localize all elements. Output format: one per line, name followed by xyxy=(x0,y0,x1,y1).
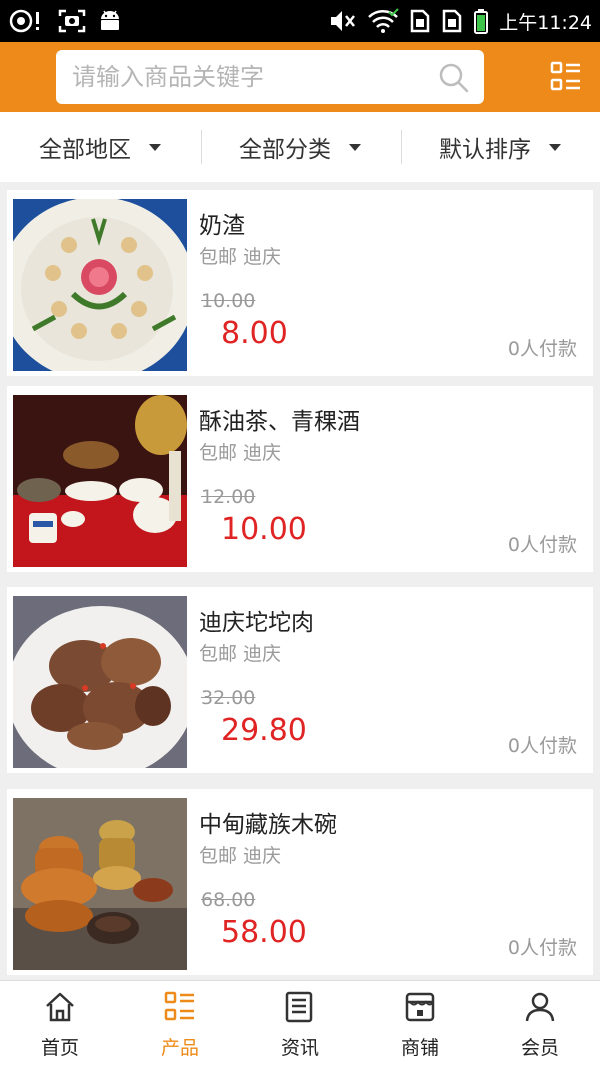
product-name: 奶渣 xyxy=(199,213,245,239)
sold-count: 0人付款 xyxy=(507,937,577,959)
sold-count: 0人付款 xyxy=(507,735,577,757)
tab-label: 资讯 xyxy=(280,1037,319,1059)
price: 8.00 xyxy=(221,316,288,351)
product-name: 酥油茶、青稞酒 xyxy=(199,409,360,435)
sold-count: 0人付款 xyxy=(507,534,577,556)
news-icon xyxy=(285,991,313,1023)
filter-label: 全部地区 xyxy=(39,137,131,163)
product-card[interactable]: 中甸藏族木碗 包邮 迪庆 68.00 58.00 0人付款 xyxy=(7,789,593,975)
product-image xyxy=(13,395,187,567)
alert-circle-icon xyxy=(9,9,39,33)
tab-label: 首页 xyxy=(40,1037,79,1059)
product-name: 中甸藏族木碗 xyxy=(199,812,337,838)
product-tags: 包邮 迪庆 xyxy=(199,643,282,665)
sim-card-icon xyxy=(442,9,462,33)
product-image xyxy=(13,596,187,768)
android-icon xyxy=(101,10,119,30)
tab-label: 产品 xyxy=(160,1037,199,1059)
tab-label: 商铺 xyxy=(400,1037,439,1059)
list-icon xyxy=(164,991,194,1021)
original-price: 32.00 xyxy=(201,687,256,709)
menu-grid-icon[interactable] xyxy=(550,61,582,93)
price: 10.00 xyxy=(221,512,307,547)
home-icon xyxy=(46,992,74,1022)
bottom-tab-bar: 首页 产品 资讯 商铺 会员 xyxy=(0,980,600,1068)
original-price: 10.00 xyxy=(201,290,256,312)
tab-label: 会员 xyxy=(520,1037,559,1059)
status-bar: 上午11:24 xyxy=(0,0,600,42)
filter-region[interactable]: 全部地区 xyxy=(0,112,200,182)
caret-down-icon xyxy=(149,143,161,151)
screenshot-icon xyxy=(58,9,86,33)
product-card[interactable]: 奶渣 包邮 迪庆 10.00 8.00 0人付款 xyxy=(7,190,593,376)
filter-category[interactable]: 全部分类 xyxy=(200,112,400,182)
sold-count: 0人付款 xyxy=(507,338,577,360)
product-card[interactable]: 迪庆坨坨肉 包邮 迪庆 32.00 29.80 0人付款 xyxy=(7,587,593,773)
tab-products[interactable]: 产品 xyxy=(120,981,240,1068)
mute-icon xyxy=(331,11,356,31)
battery-icon xyxy=(474,9,489,34)
caret-down-icon xyxy=(349,143,361,151)
original-price: 68.00 xyxy=(201,889,256,911)
wifi-icon xyxy=(368,8,399,33)
product-tags: 包邮 迪庆 xyxy=(199,845,282,867)
status-time: 上午11:24 xyxy=(499,11,592,34)
product-card[interactable]: 酥油茶、青稞酒 包邮 迪庆 12.00 10.00 0人付款 xyxy=(7,386,593,572)
tab-home[interactable]: 首页 xyxy=(0,981,120,1068)
tab-shop[interactable]: 商铺 xyxy=(360,981,480,1068)
filter-bar: 全部地区 全部分类 默认排序 xyxy=(0,112,600,182)
product-tags: 包邮 迪庆 xyxy=(199,442,282,464)
product-image xyxy=(13,798,187,970)
original-price: 12.00 xyxy=(201,486,256,508)
search-input[interactable] xyxy=(72,50,422,104)
filter-label: 全部分类 xyxy=(239,137,331,163)
shop-icon xyxy=(405,992,435,1022)
tab-member[interactable]: 会员 xyxy=(480,981,600,1068)
user-icon xyxy=(525,992,555,1022)
tab-news[interactable]: 资讯 xyxy=(240,981,360,1068)
product-name: 迪庆坨坨肉 xyxy=(199,610,314,636)
caret-down-icon xyxy=(549,143,561,151)
search-icon[interactable] xyxy=(438,62,470,94)
price: 58.00 xyxy=(221,915,307,950)
search-box[interactable] xyxy=(56,50,484,104)
price: 29.80 xyxy=(221,713,307,748)
sim-card-icon xyxy=(410,9,430,33)
product-image xyxy=(13,199,187,371)
filter-label: 默认排序 xyxy=(439,137,531,163)
product-tags: 包邮 迪庆 xyxy=(199,246,282,268)
filter-sort[interactable]: 默认排序 xyxy=(400,112,600,182)
header xyxy=(0,42,600,112)
